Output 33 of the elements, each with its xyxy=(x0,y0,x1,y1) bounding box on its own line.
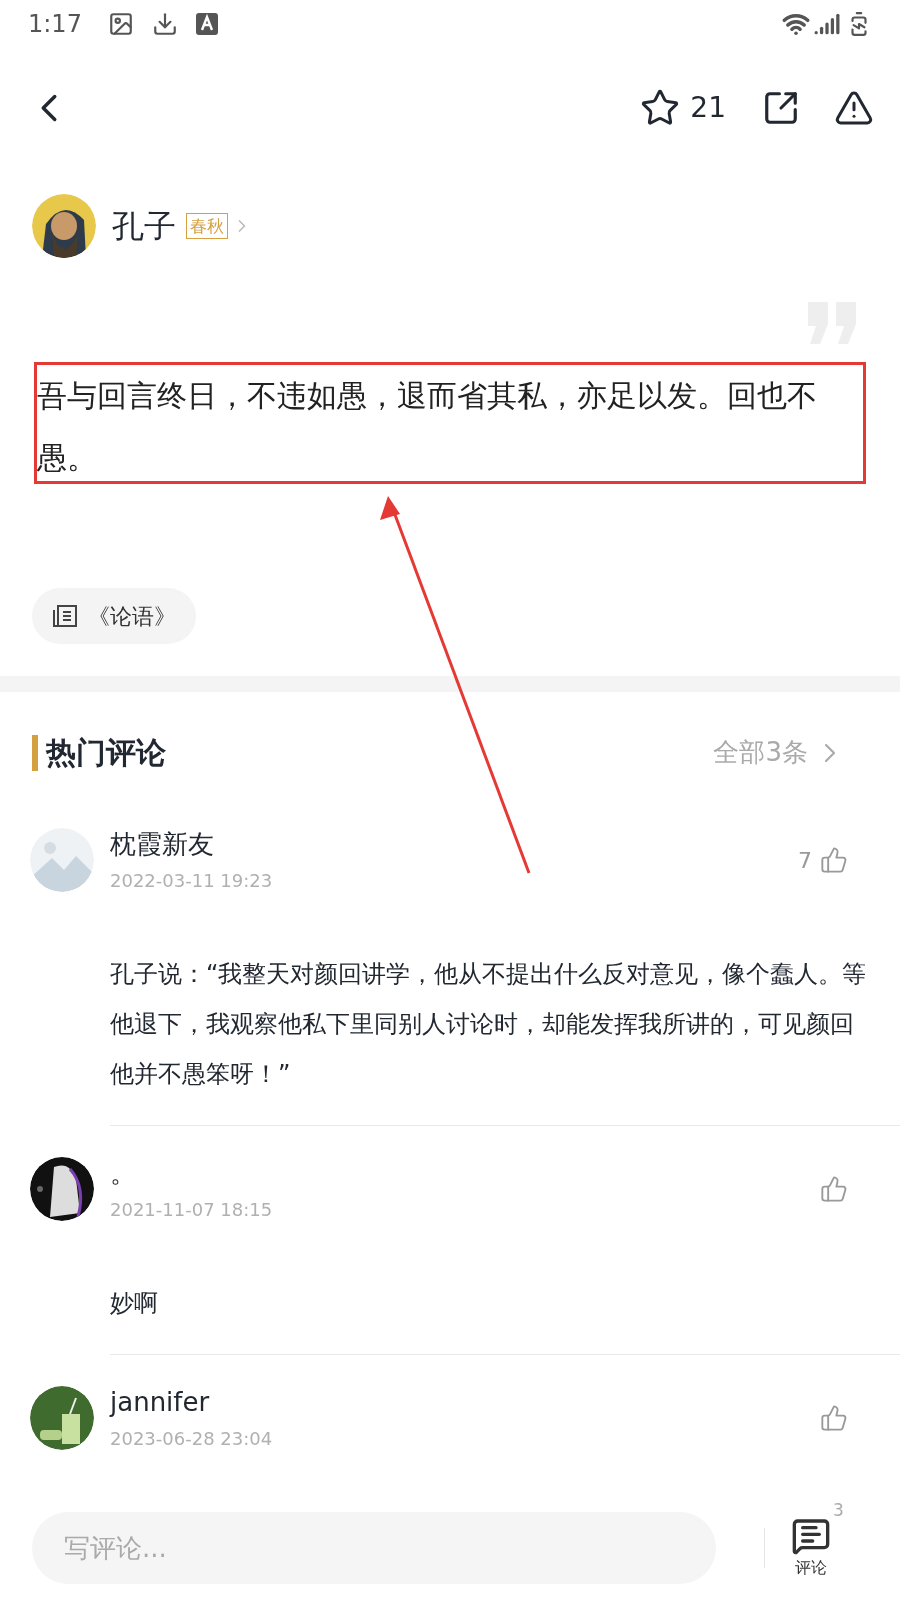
comment-count: 3 xyxy=(833,1499,844,1522)
section-accent-bar xyxy=(32,734,38,771)
comment-username[interactable]: 枕霞新友 xyxy=(110,826,273,861)
comment-username[interactable]: 。 xyxy=(110,1155,273,1190)
author-name[interactable]: 孔子 xyxy=(112,202,176,250)
comment-date: 2021-11-07 18:15 xyxy=(110,1197,273,1222)
font-app-icon xyxy=(195,13,218,35)
era-tag: 春秋 xyxy=(186,213,228,239)
download-icon xyxy=(151,11,178,37)
section-title: 热门评论 xyxy=(46,734,166,772)
quote-text: 吾与回言终日，不违如愚，退而省其私，亦足以发。回也不愚。 xyxy=(37,377,818,477)
comment-text: 孔子说：“我整天对颜回讲学，他从不提出什么反对意见，像个蠢人。等他退下，我观察他私下里同别人讨论时，却能发挥我所讲的，可见颜回他并不愚笨呀！” xyxy=(110,959,868,1090)
thumbs-up-icon xyxy=(820,1404,848,1432)
source-chip[interactable]: 《论语》 xyxy=(32,588,196,644)
book-icon xyxy=(52,604,78,628)
like-button[interactable] xyxy=(820,1404,848,1432)
thumbs-up-icon xyxy=(820,846,848,874)
share-icon xyxy=(762,89,800,127)
comments-button[interactable]: 评论 xyxy=(791,1516,832,1580)
star-icon xyxy=(640,88,681,128)
comment-input-field[interactable]: 写评论... xyxy=(32,1512,716,1584)
share-button[interactable] xyxy=(762,89,800,127)
comment-date: 2022-03-11 19:23 xyxy=(110,868,273,893)
comment-text: 妙啊 xyxy=(110,1288,159,1319)
comment-username[interactable]: jannifer xyxy=(110,1384,273,1419)
favorite-button[interactable]: 21 xyxy=(640,87,726,129)
status-time: 1:17 xyxy=(28,9,82,40)
image-icon xyxy=(107,11,134,37)
comment-date: 2023-06-28 23:04 xyxy=(110,1426,273,1451)
signal-icon xyxy=(814,11,840,37)
like-button[interactable] xyxy=(820,1175,848,1203)
comment-icon xyxy=(791,1516,832,1556)
thumbs-up-icon xyxy=(820,1175,848,1203)
